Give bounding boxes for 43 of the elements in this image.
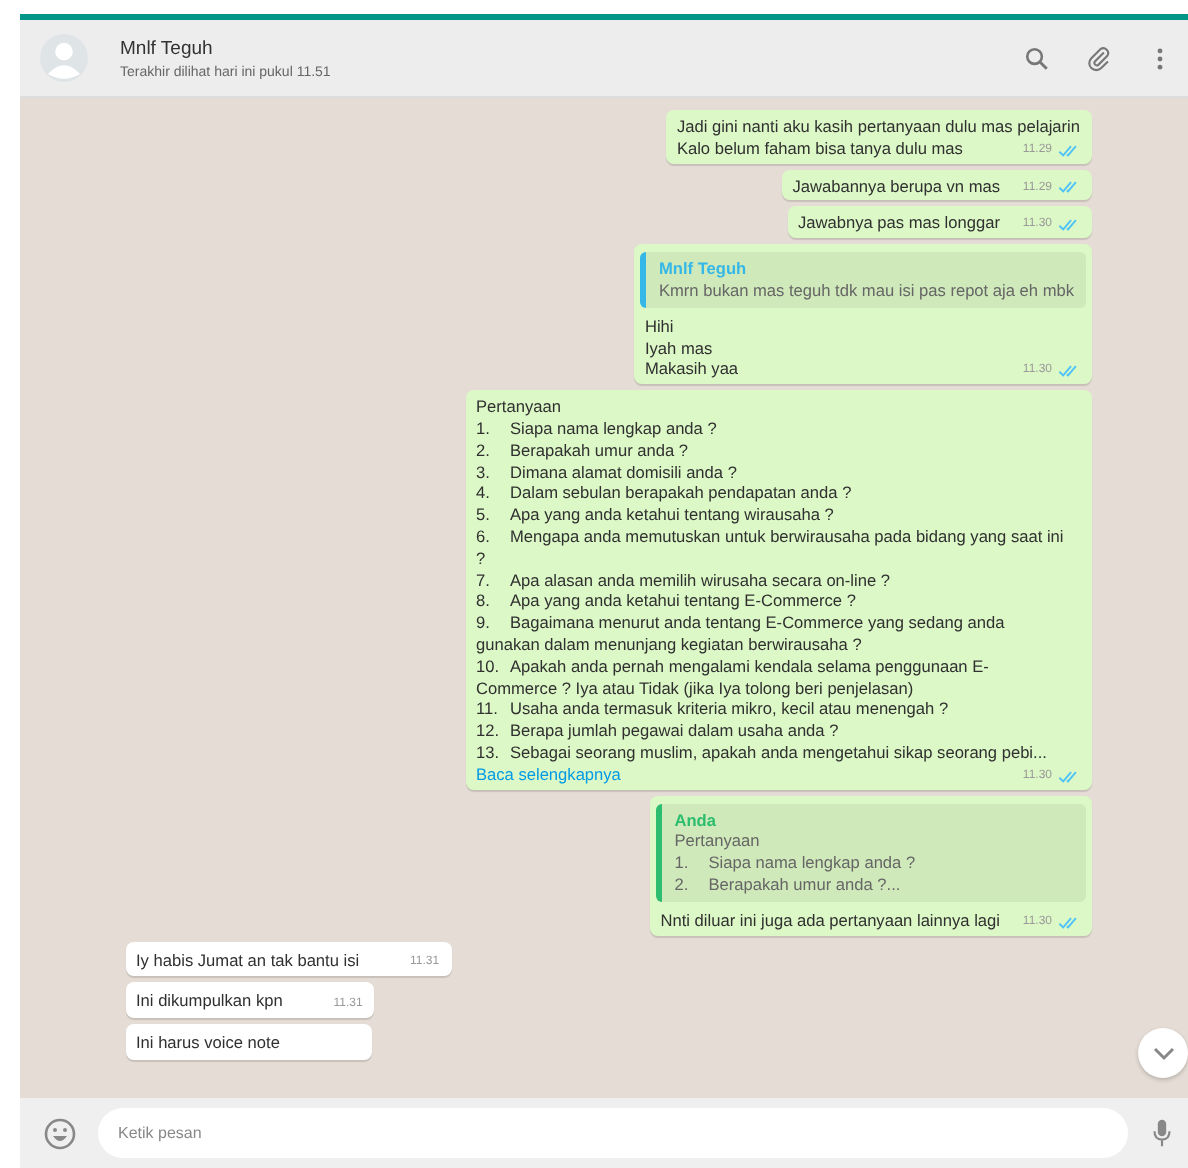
emoji-icon[interactable] [44,1117,76,1149]
message-text: Kalo belum faham bisa tanya dulu mas [676,137,963,158]
message-text: 10. Apakah anda pernah mengalami kendala selama penggunaan E-Commerce ? Iya atau Tidak (jika Iya tolong beri penjelasan) [476,655,989,698]
message-text: 12. Berapa jumlah pegawai dalam usaha anda ? [476,720,839,741]
message-text: Jawabnya pas mas longgar [797,212,1000,233]
message-text: 3. Dimana alamat domisili anda ? [476,461,737,482]
message-text: 11. Usaha anda termasuk kriteria mikro, kecil atau menengah ? [476,698,949,719]
message-text: Ini harus voice note [136,1032,280,1053]
message-text: 2. Berapakah umur anda ? [476,439,689,460]
paperclip-icon[interactable] [1086,45,1112,71]
quote-text: Pertanyaan [674,830,762,853]
message-text: 13. Sebagai seorang muslim, apakah anda mengetahui sikap seorang pebi... [476,741,1047,762]
read-more-link[interactable]: Baca selengkapnya [476,763,621,786]
message-text: Iy habis Jumat an tak bantu isi [136,949,360,969]
quote-author: Anda [674,809,718,831]
message-text: Jawabannya berupa vn mas [792,175,1000,196]
message-text: Pertanyaan [476,396,561,417]
menu-icon[interactable] [1156,45,1164,71]
quoted-message[interactable]: Mnlf Teguh Kmrn bukan mas teguh tdk mau isi pas repot aja eh mbk [640,252,1086,308]
quote-text: Kmrn bukan mas teguh tdk mau isi pas repot aja eh mbk [658,279,1074,302]
scroll-down-button[interactable] [1138,1028,1188,1078]
message-text: Iyah mas [644,337,713,358]
contact-name: Mnlf Teguh [120,37,215,59]
message-text: 7. Apa alasan anda memilih wirusaha secara on-line ? [476,569,891,590]
quoted-message[interactable]: Anda Pertanyaan 1. Siapa nama lengkap anda ? 2. Berapakah umur anda ?... [656,803,1086,902]
message-text: Jadi gini nanti aku kasih pertanyaan dulu mas pelajarin [676,116,1080,136]
message-text: 4. Dalam sebulan berapakah pendapatan anda ? [476,482,852,503]
search-icon[interactable] [1024,45,1050,71]
message-text: Makasih yaa [644,358,739,379]
microphone-icon[interactable] [1152,1118,1172,1148]
message-text: 8. Apa yang anda ketahui tentang E-Commerce ? [476,590,856,611]
message-text: Ini dikumpulkan kpn [136,990,283,1011]
message-text: 6. Mengapa anda memutuskan untuk berwirausaha pada bidang yang saat ini ? [476,525,1064,568]
message-text: 5. Apa yang anda ketahui tentang wirausaha ? [476,504,834,525]
message-text: 9. Bagaimana menurut anda tentang E-Commerce yang sedang anda gunakan dalam menunjang kegiatan berwirausaha ? [476,612,1005,654]
chevron-down-icon [1151,1045,1175,1061]
message-text: Nnti diluar ini juga ada pertanyaan lainnya lagi [660,909,1000,930]
quote-author: Mnlf Teguh [658,258,749,280]
quote-text: 1. Siapa nama lengkap anda ? [674,852,918,874]
message-text: Hihi [644,315,674,336]
quote-text: 2. Berapakah umur anda ?... [674,873,903,896]
message-text: 1. Siapa nama lengkap anda ? [476,417,717,438]
message-input[interactable]: Ketik pesan [98,1108,1128,1158]
